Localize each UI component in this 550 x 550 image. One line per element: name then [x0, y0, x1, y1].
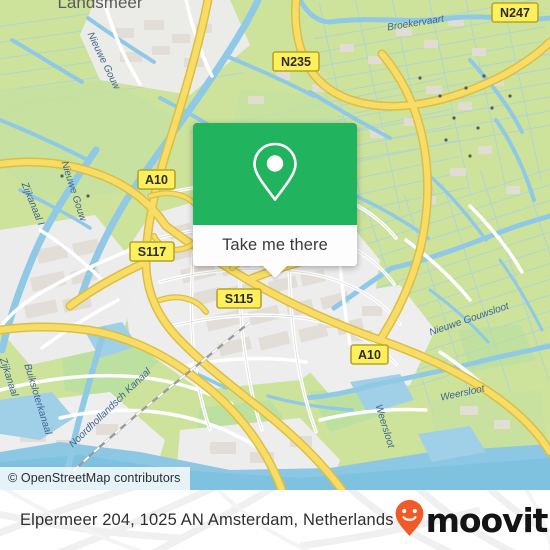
road-shield-n235[interactable]: N235 [272, 51, 320, 72]
address-label: Elpermeer 204, 1025 AN Amsterdam, Nether… [20, 510, 394, 529]
road-shield-a10-right[interactable]: A10 [350, 344, 389, 365]
svg-text:A10: A10 [145, 173, 168, 187]
popup-action-bar[interactable]: Take me there [193, 225, 357, 278]
popup-icon-area [193, 123, 357, 225]
footer-bar: Elpermeer 204, 1025 AN Amsterdam, Nether… [0, 490, 550, 550]
moovit-wordmark: moovit [425, 500, 549, 540]
map-place-label: Landsmeer [57, 0, 142, 12]
map-screenshot: Landsmeer Nieuwe Gouw Nieuwe Gouw Broeke… [0, 0, 550, 550]
take-me-there-label: Take me there [222, 236, 328, 254]
svg-text:N235: N235 [281, 55, 311, 69]
road-shield-s117[interactable]: S117 [129, 241, 175, 262]
road-shield-n247[interactable]: N247 [491, 2, 539, 23]
moovit-logo[interactable]: moovit [394, 499, 548, 542]
popup-tail-icon [262, 265, 288, 278]
osm-attribution[interactable]: © OpenStreetMap contributors [0, 467, 190, 490]
map-pin-icon [250, 141, 300, 208]
svg-text:S117: S117 [138, 245, 167, 259]
svg-text:A10: A10 [358, 348, 381, 362]
svg-text:S115: S115 [225, 292, 254, 306]
road-shield-a10-left[interactable]: A10 [137, 169, 176, 190]
road-shield-s115[interactable]: S115 [216, 288, 262, 309]
svg-text:N247: N247 [500, 6, 530, 20]
take-me-there-popup[interactable]: Take me there [193, 123, 357, 278]
moovit-smiley-pin-icon [394, 499, 425, 542]
